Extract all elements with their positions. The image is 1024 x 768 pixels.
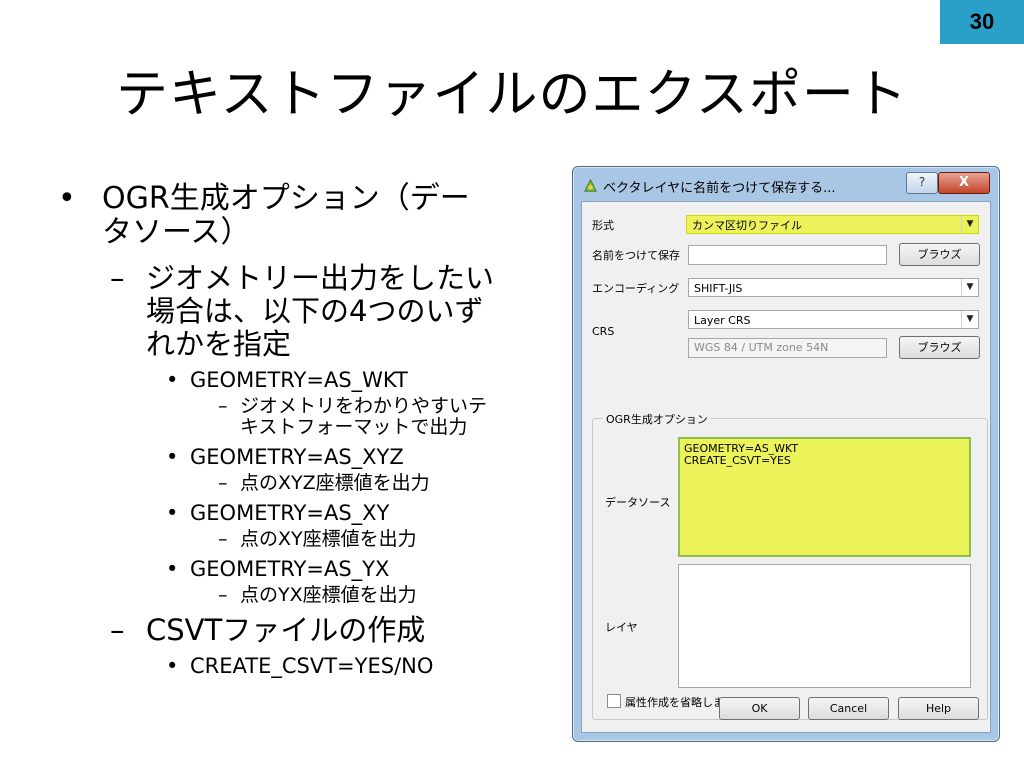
chevron-down-icon: ▼ [961,279,978,296]
bullet-text: GEOMETRY=AS_YX [190,557,390,581]
bullet-text: キストフォーマットで出力 [240,416,468,438]
bullet-dash: – [218,395,228,417]
bullet-dot: • [166,654,179,678]
titlebar-close-button[interactable]: X [938,172,990,194]
bullet-text: OGR生成オプション（デー [102,181,470,216]
layer-textarea[interactable] [678,564,971,688]
bullet-dot: • [166,557,179,581]
subbullet-geometry: – ジオメトリー出力をしたい 場合は、以下の4つのいず れかを指定 [58,262,558,361]
save-vector-layer-dialog: ベクタレイヤに名前をつけて保存する... ? X 形式 カンマ区切りファイル ▼… [572,166,1000,742]
bullet-text: 点のXYZ座標値を出力 [240,472,430,494]
browse-crs-button[interactable]: ブラウズ [899,336,980,359]
bullet-text: ジオメトリをわかりやすいテ [240,395,488,417]
bullet-ogr-options: • OGR生成オプション（デー タソース） [58,182,558,250]
format-label: 形式 [592,219,614,232]
datasource-textarea[interactable]: GEOMETRY=AS_WKT CREATE_CSVT=YES [678,437,971,557]
skip-attribute-checkbox[interactable] [607,694,621,708]
encoding-value: SHIFT-JIS [694,282,743,295]
format-combo[interactable]: カンマ区切りファイル ▼ [686,215,979,234]
bullet-as-yx-desc: – 点のYX座標値を出力 [58,585,558,606]
crs-label: CRS [592,325,615,338]
bullet-text: GEOMETRY=AS_XY [190,501,390,525]
help-button[interactable]: Help [898,697,979,720]
ogr-options-group-title: OGR生成オプション [603,411,711,427]
bullet-text: GEOMETRY=AS_WKT [190,368,408,392]
cancel-button[interactable]: Cancel [808,697,889,720]
bullet-dot: • [166,368,179,392]
encoding-label: エンコーディング [592,282,680,295]
titlebar-help-button[interactable]: ? [906,172,938,194]
bullet-create-csvt: • CREATE_CSVT=YES/NO [58,653,558,679]
qgis-logo-icon [584,178,597,192]
crs-value: Layer CRS [694,314,751,327]
dialog-content: 形式 カンマ区切りファイル ▼ 名前をつけて保存 ブラウズ エンコーディング S… [581,201,991,733]
bullet-dot: • [58,181,76,216]
bullet-text: GEOMETRY=AS_XYZ [190,445,404,469]
layer-label: レイヤ [605,621,638,634]
bullet-text: ジオメトリー出力をしたい [146,261,495,295]
browse-file-button[interactable]: ブラウズ [899,243,980,266]
bullet-text: 点のXY座標値を出力 [240,528,417,550]
bullet-dot: • [166,445,179,469]
bullet-list: • OGR生成オプション（デー タソース） – ジオメトリー出力をしたい 場合は… [58,182,558,679]
bullet-as-xyz: • GEOMETRY=AS_XYZ [58,444,558,470]
bullet-text: れかを指定 [146,327,292,361]
save-as-input[interactable] [688,245,887,265]
crs-detail-field: WGS 84 / UTM zone 54N [688,338,887,358]
bullet-text: CSVTファイルの作成 [146,613,426,647]
bullet-as-wkt-desc: – ジオメトリをわかりやすいテ キストフォーマットで出力 [58,396,558,438]
bullet-dot: • [166,501,179,525]
subbullet-csvt: – CSVTファイルの作成 [58,614,558,647]
save-as-label: 名前をつけて保存 [592,249,680,262]
bullet-as-xyz-desc: – 点のXYZ座標値を出力 [58,473,558,494]
bullet-dash: – [218,472,228,494]
dialog-titlebar[interactable]: ベクタレイヤに名前をつけて保存する... ? X [573,167,999,201]
bullet-dash: – [110,613,125,647]
bullet-as-xy-desc: – 点のXY座標値を出力 [58,529,558,550]
datasource-label: データソース [605,496,671,509]
ogr-options-group: OGR生成オプション データソース GEOMETRY=AS_WKT CREATE… [592,411,988,720]
bullet-as-xy: • GEOMETRY=AS_XY [58,500,558,526]
dialog-title: ベクタレイヤに名前をつけて保存する... [603,181,836,196]
bullet-text: 点のYX座標値を出力 [240,584,417,606]
page-number: 30 [940,0,1024,44]
bullet-dash: – [218,528,228,550]
crs-combo[interactable]: Layer CRS ▼ [688,310,979,329]
bullet-text: 場合は、以下の4つのいず [146,294,484,328]
bullet-dash: – [218,584,228,606]
bullet-text: タソース） [102,215,251,250]
chevron-down-icon: ▼ [961,216,978,233]
chevron-down-icon: ▼ [961,311,978,328]
slide-title: テキストファイルのエクスポート [116,65,908,125]
encoding-combo[interactable]: SHIFT-JIS ▼ [688,278,979,297]
format-value: カンマ区切りファイル [692,219,802,232]
bullet-dash: – [110,261,125,295]
bullet-as-wkt: • GEOMETRY=AS_WKT [58,367,558,393]
ok-button[interactable]: OK [719,697,800,720]
bullet-text: CREATE_CSVT=YES/NO [190,654,434,678]
bullet-as-yx: • GEOMETRY=AS_YX [58,556,558,582]
